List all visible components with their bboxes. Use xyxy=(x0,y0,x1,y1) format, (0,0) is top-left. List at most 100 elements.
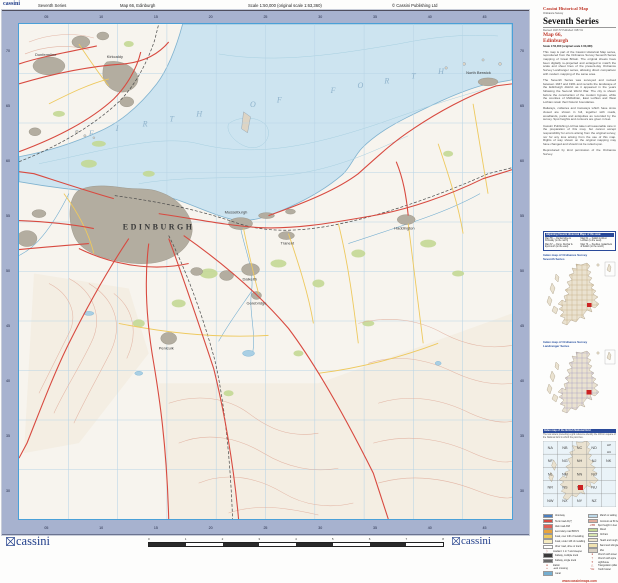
legend-label: Spot height in feet xyxy=(598,524,617,527)
legend-symbol: ● xyxy=(543,564,551,567)
header-map-title: Map 66, Edinburgh xyxy=(120,3,155,8)
sidebar-series-title: Seventh Series xyxy=(543,16,616,28)
legend-label: Wood xyxy=(600,528,606,531)
cassini-globe-icon xyxy=(6,535,15,550)
svg-text:NM: NM xyxy=(562,472,568,476)
adjoining-map-entry: Map 73 — Peebles, Galashiels & Selkirk (… xyxy=(581,244,615,250)
sidebar-publisher: Ordnance Survey xyxy=(543,12,616,15)
legend-item: Road, over 14ft of metalling xyxy=(543,534,585,539)
legend-symbol xyxy=(588,538,598,543)
cassini-logo-bottom-right: cassini xyxy=(452,535,491,547)
svg-text:HP: HP xyxy=(607,443,611,447)
adjoining-maps-title: Adjoining Cassini Historical Maps of thi… xyxy=(545,233,614,237)
legend-item: Secondary road B6372 xyxy=(543,529,585,534)
place-label: Penicuik xyxy=(159,345,174,350)
grid-number: 15 xyxy=(154,15,158,19)
legend-symbol: ⟩ xyxy=(543,550,551,553)
svg-text:NU: NU xyxy=(591,485,597,489)
place-label: Kirkcaldy xyxy=(107,54,123,59)
svg-text:F: F xyxy=(88,129,94,138)
national-grid-highlight xyxy=(578,485,583,490)
legend-item: †Church with spire xyxy=(588,557,618,560)
svg-text:O: O xyxy=(358,81,364,90)
hill-tint-moorfoots xyxy=(159,313,512,519)
legend-item: ·285Spot height in feet xyxy=(588,524,618,527)
description-paragraph: Railways, collieries and tramways which … xyxy=(543,107,616,122)
legend-item: Railway, single track xyxy=(543,559,585,564)
website-url: www.cassinimaps.com xyxy=(543,579,616,583)
grid-numbers-bottom: 051015202530354045 xyxy=(19,526,512,530)
legend-label: Gradient: 1 in 7 and steeper xyxy=(553,550,583,553)
svg-text:R: R xyxy=(142,119,148,128)
grid-number: 30 xyxy=(520,489,524,493)
grid-number: 35 xyxy=(6,434,10,438)
legend-symbol xyxy=(543,519,553,524)
grid-number: 45 xyxy=(6,324,10,328)
index-map-national-grid: NANBNCNDNFNGNHNJNKNLNMNNNONRNSNTNUNWNXNY… xyxy=(543,441,616,507)
svg-text:NK: NK xyxy=(606,459,612,463)
legend-label: Triangulation pillar xyxy=(598,564,617,567)
grid-number: 30 xyxy=(318,526,322,530)
legend-label: Railway, single track xyxy=(555,559,577,562)
adjoining-map-entry: Map 55 — Dunfermline & Kirkcaldy (to the… xyxy=(545,238,579,244)
grid-number: 70 xyxy=(520,49,524,53)
svg-text:NC: NC xyxy=(577,446,583,450)
grid-number: 10 xyxy=(99,15,103,19)
legend-item: ⟩Gradient: 1 in 7 and steeper xyxy=(543,550,585,553)
legend-item: +Level crossing xyxy=(543,567,585,570)
grid-number: 05 xyxy=(44,15,48,19)
grid-number: 45 xyxy=(483,526,487,530)
grid-number: 45 xyxy=(520,324,524,328)
cassini-logo-bottom-left: cassini xyxy=(6,534,50,549)
legend-item: ♦Church with tower xyxy=(588,553,618,556)
legend-label: Contours at 50 feet intervals xyxy=(600,520,618,523)
grid-number: 70 xyxy=(6,49,10,53)
legend-label: Youth hostel xyxy=(598,568,611,571)
legend-item: Railway, multiple track xyxy=(543,553,585,558)
place-label: Dunfermline xyxy=(35,52,57,57)
svg-text:NZ: NZ xyxy=(592,498,598,502)
grid-number: 40 xyxy=(6,379,10,383)
svg-text:NB: NB xyxy=(562,446,568,450)
legend-label: Heath and rough pasture xyxy=(600,539,618,542)
legend-item: ✦Lighthouse xyxy=(588,561,618,564)
legend-symbol xyxy=(543,529,553,534)
svg-text:NJ: NJ xyxy=(592,459,597,463)
legend-symbol xyxy=(588,548,598,553)
legend-label: Sand and shingle xyxy=(600,544,618,547)
grid-number: 25 xyxy=(263,526,267,530)
legend-item: Motorway xyxy=(543,514,585,519)
legend-symbol xyxy=(543,539,553,544)
place-label: Dalkeith xyxy=(243,276,257,281)
legend-label: Road, over 14ft of metalling xyxy=(555,535,584,538)
adjoining-maps-box: Adjoining Cassini Historical Maps of thi… xyxy=(543,231,616,252)
legend-symbol: + xyxy=(543,567,551,570)
legend-symbol xyxy=(543,514,553,519)
map-sheet: cassini Seventh Series Map 66, Edinburgh… xyxy=(0,0,531,550)
grid-number: 60 xyxy=(520,159,524,163)
svg-text:F: F xyxy=(330,86,336,95)
legend-item: Road, under 14ft of metalling xyxy=(543,539,585,544)
legend-symbol xyxy=(588,543,598,548)
grid-number: 55 xyxy=(520,214,524,218)
place-label: Musselburgh xyxy=(225,210,248,215)
legend-label: Canal xyxy=(555,572,561,575)
grid-numbers-left: 706560555045403530 xyxy=(6,23,10,518)
legend-label: Mud xyxy=(600,549,605,552)
scale-bar: 012345678 xyxy=(148,537,444,547)
legend-symbol xyxy=(588,528,598,533)
legend-item: YHYouth hostel xyxy=(588,568,618,571)
legend-label: Church with spire xyxy=(598,557,616,560)
description-paragraphs: This map is part of the Cassini Historic… xyxy=(543,51,616,229)
legend-item: ●Station xyxy=(543,564,585,567)
grid-number: 60 xyxy=(6,159,10,163)
map-artwork: FIRTHOFFORTH EDINBURGHKirkcaldyDunfermli… xyxy=(19,24,512,519)
grid-number: 30 xyxy=(318,15,322,19)
adjoining-maps-list: Map 55 — Dunfermline & Kirkcaldy (to the… xyxy=(545,238,614,250)
svg-text:NY: NY xyxy=(577,498,583,502)
legend-symbol xyxy=(543,571,553,576)
svg-text:T: T xyxy=(411,72,416,81)
grid-number: 10 xyxy=(99,526,103,530)
place-label: Haddington xyxy=(394,226,414,231)
map-canvas: FIRTHOFFORTH EDINBURGHKirkcaldyDunfermli… xyxy=(18,23,513,520)
